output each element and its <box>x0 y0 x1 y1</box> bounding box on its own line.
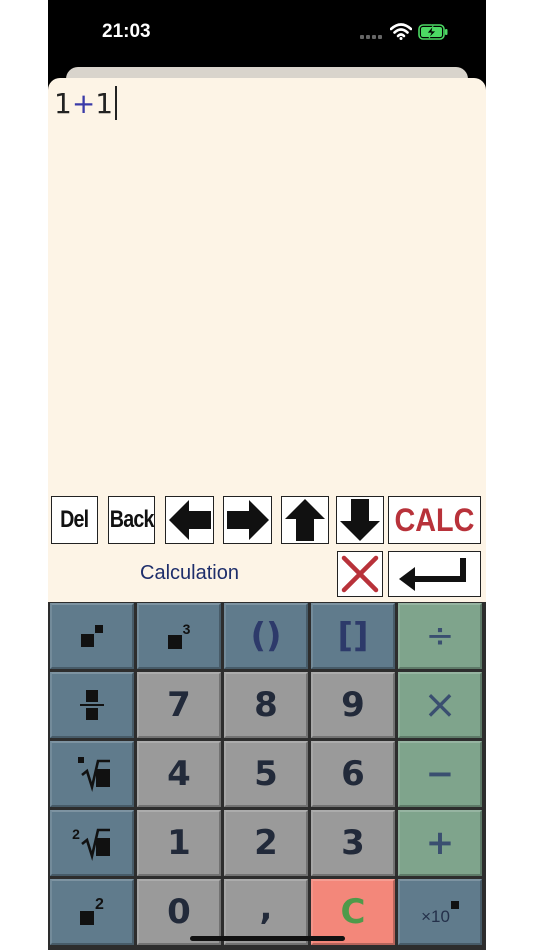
calc-button-label: CALC <box>394 501 475 538</box>
key-7-label: 7 <box>167 685 191 725</box>
key-plus-label: + <box>425 823 455 863</box>
home-indicator[interactable] <box>190 936 345 941</box>
key-2-label: 2 <box>254 823 278 863</box>
cursor-down-button[interactable] <box>336 496 384 544</box>
fraction-icon <box>80 690 104 720</box>
status-time: 21:03 <box>102 21 151 42</box>
arrow-right-icon <box>226 500 269 540</box>
key-divide-label: ÷ <box>425 616 455 656</box>
cursor-right-button[interactable] <box>223 496 272 544</box>
key-square-block[interactable] <box>50 603 134 669</box>
key-square[interactable]: 2 <box>50 879 134 945</box>
key-plus[interactable]: + <box>398 810 482 876</box>
expression-operator: + <box>71 86 96 120</box>
status-bar: 21:03 <box>48 0 486 66</box>
cube-exponent: 3 <box>182 621 191 637</box>
cursor-up-button[interactable] <box>281 496 329 544</box>
key-2[interactable]: 2 <box>224 810 308 876</box>
close-icon <box>341 555 379 593</box>
battery-charging-icon <box>418 24 448 40</box>
key-minus[interactable]: − <box>398 741 482 807</box>
key-times-ten-power[interactable]: ×10 <box>398 879 482 945</box>
key-8[interactable]: 8 <box>224 672 308 738</box>
key-fraction[interactable] <box>50 672 134 738</box>
key-7[interactable]: 7 <box>137 672 221 738</box>
cellular-signal-icon <box>360 35 382 39</box>
arrow-down-icon <box>340 499 380 541</box>
square-blocks-icon <box>81 625 103 647</box>
backspace-button-label: Back <box>109 506 155 533</box>
arrow-up-icon <box>285 499 325 541</box>
key-comma-label: , <box>259 888 273 928</box>
key-cube[interactable]: 3 <box>137 603 221 669</box>
key-4[interactable]: 4 <box>137 741 221 807</box>
square-base-icon <box>80 911 95 925</box>
key-8-label: 8 <box>254 685 278 725</box>
key-sqrt-block[interactable] <box>50 741 134 807</box>
key-5[interactable]: 5 <box>224 741 308 807</box>
key-6[interactable]: 6 <box>311 741 395 807</box>
arrow-left-icon <box>168 500 211 540</box>
delete-button[interactable]: Del <box>51 496 98 544</box>
square-exponent: 2 <box>95 896 104 913</box>
key-parentheses-label: () <box>250 616 282 656</box>
key-6-label: 6 <box>341 754 365 794</box>
cube-base-icon <box>167 635 182 649</box>
expression-input[interactable]: 1 + 1 <box>54 86 118 120</box>
enter-button[interactable] <box>388 551 481 597</box>
clear-line-button[interactable] <box>337 551 383 597</box>
key-9-label: 9 <box>341 685 365 725</box>
phone-screen: 21:03 1 + 1 Del Back CALC Calculation 3 … <box>48 0 486 950</box>
key-1[interactable]: 1 <box>137 810 221 876</box>
key-brackets-label: [] <box>337 616 369 656</box>
calc-button[interactable]: CALC <box>388 496 481 544</box>
cursor-left-button[interactable] <box>165 496 214 544</box>
return-icon <box>398 558 466 591</box>
key-9[interactable]: 9 <box>311 672 395 738</box>
key-5-label: 5 <box>254 754 278 794</box>
key-multiply-label: × <box>423 682 457 728</box>
backspace-button[interactable]: Back <box>108 496 155 544</box>
key-brackets[interactable]: [] <box>311 603 395 669</box>
delete-button-label: Del <box>60 506 89 533</box>
exponent-block-icon <box>450 901 459 909</box>
key-3[interactable]: 3 <box>311 810 395 876</box>
key-divide[interactable]: ÷ <box>398 603 482 669</box>
key-3-label: 3 <box>341 823 365 863</box>
key-minus-label: − <box>425 754 455 794</box>
key-multiply[interactable]: × <box>398 672 482 738</box>
key-clear-label: C <box>340 892 366 932</box>
keypad: 3 () [] ÷ 7 8 9 × 4 5 6 − 2 1 2 3 + 2 0 … <box>48 602 486 950</box>
square-root-icon <box>81 828 110 861</box>
key-1-label: 1 <box>167 823 191 863</box>
square-root-icon <box>78 757 110 792</box>
wifi-icon <box>390 23 412 40</box>
key-parentheses[interactable]: () <box>224 603 308 669</box>
key-square-root[interactable]: 2 <box>50 810 134 876</box>
sci-notation-label: ×10 <box>421 907 450 926</box>
key-0-label: 0 <box>167 892 191 932</box>
mode-label: Calculation <box>140 562 239 584</box>
expression-left-operand: 1 <box>54 86 72 120</box>
text-caret <box>115 86 118 120</box>
expression-right-operand: 1 <box>95 86 114 120</box>
key-4-label: 4 <box>167 754 191 794</box>
